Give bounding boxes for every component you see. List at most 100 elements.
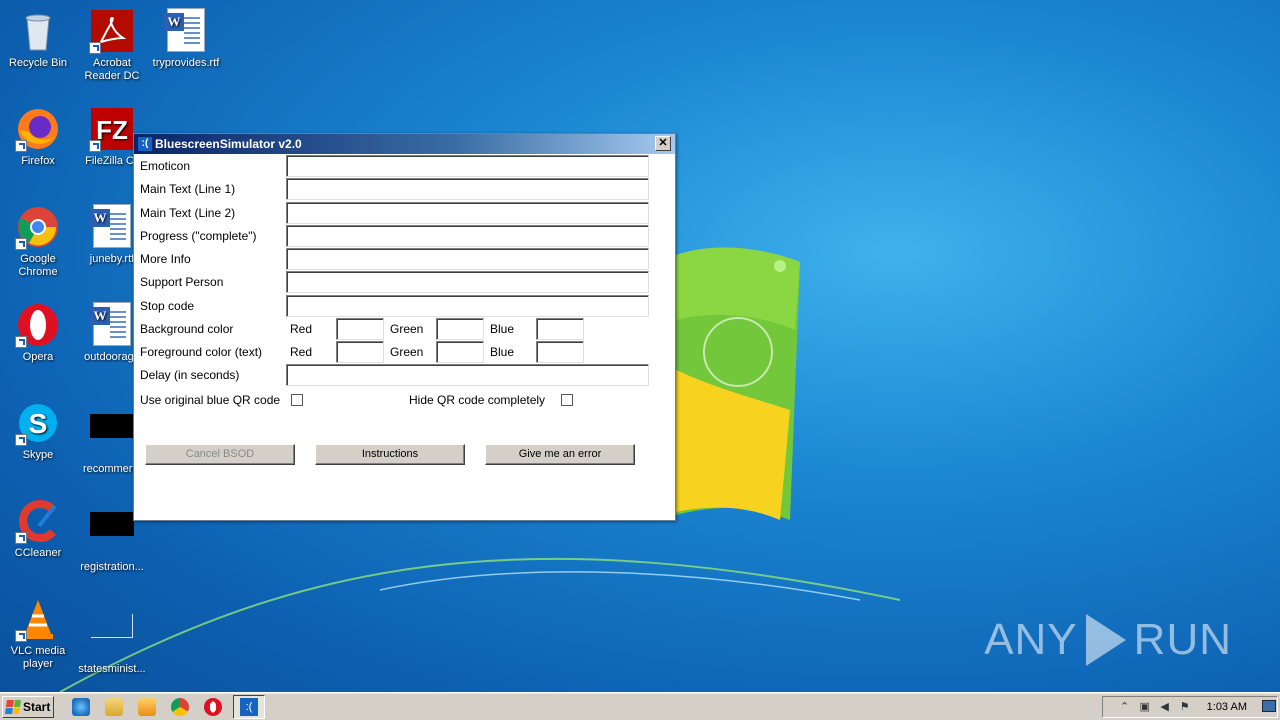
action-center-flag-icon[interactable]: ⚑ xyxy=(1179,701,1191,713)
start-label: Start xyxy=(23,700,51,714)
black-file-icon xyxy=(89,512,135,558)
stop-code-label: Stop code xyxy=(140,299,195,313)
network-icon[interactable]: ▣ xyxy=(1139,701,1151,713)
opera-icon xyxy=(15,302,61,348)
bg-blue-label: Blue xyxy=(490,322,515,336)
desktop-icon-recycle-bin[interactable]: Recycle Bin xyxy=(0,8,76,70)
desktop-icon-label: VLC media player xyxy=(10,645,66,670)
volume-icon[interactable]: ◀ xyxy=(1159,701,1171,713)
show-desktop-icon[interactable] xyxy=(1262,700,1276,712)
cancel-bsod-button[interactable]: Cancel BSOD xyxy=(145,444,295,465)
bg-green-label: Green xyxy=(390,322,424,336)
fg-green-label: Green xyxy=(390,345,424,359)
desktop-icon-label: Google Chrome xyxy=(18,253,58,278)
word-document-icon: W xyxy=(89,204,135,250)
fg-blue-input[interactable] xyxy=(536,341,584,363)
watermark-any-text: ANY xyxy=(984,615,1078,664)
bg-blue-input[interactable] xyxy=(536,318,584,340)
desktop-icon-label: CCleaner xyxy=(14,547,62,559)
desktop-icon-chrome[interactable]: Google Chrome xyxy=(0,204,76,279)
sad-face-app-icon: :( xyxy=(138,137,152,151)
hide-qr-checkbox[interactable] xyxy=(561,394,573,406)
stop-code-input[interactable] xyxy=(286,295,649,317)
more-info-row: More Info xyxy=(140,248,286,270)
bg-green-input[interactable] xyxy=(436,318,484,340)
start-button[interactable]: Start xyxy=(2,696,54,718)
use-original-qr-checkbox[interactable] xyxy=(291,394,303,406)
bg-red-input[interactable] xyxy=(336,318,384,340)
desktop-icon-label: Skype xyxy=(22,449,54,461)
desktop-icon-label: Acrobat Reader DC xyxy=(84,57,140,82)
desktop-icon-label: Firefox xyxy=(21,155,55,167)
progress-input[interactable] xyxy=(286,225,649,247)
black-file-icon xyxy=(89,414,135,460)
hide-qr-label: Hide QR code completely xyxy=(409,393,546,407)
chrome-taskbar-icon[interactable] xyxy=(171,698,189,716)
emoticon-label: Emoticon xyxy=(140,159,191,173)
play-icon xyxy=(1085,614,1126,666)
blank-file-icon xyxy=(89,614,135,660)
delay-label: Delay (in seconds) xyxy=(140,368,240,382)
svg-text:S: S xyxy=(29,408,48,439)
background-color-label: Background color xyxy=(140,322,234,336)
desktop-icon-ccleaner[interactable]: CCleaner xyxy=(0,498,76,560)
firefox-icon xyxy=(15,106,61,152)
desktop-icon-label: tryprovides.rtf xyxy=(152,57,220,69)
folder-icon[interactable] xyxy=(105,698,123,716)
system-tray: ⌃ ▣ ◀ ⚑ 1:03 AM xyxy=(1102,696,1278,718)
bluescreen-simulator-task[interactable]: :( xyxy=(233,695,265,719)
emoticon-input[interactable] xyxy=(286,155,649,177)
desktop-icon-label: registration... xyxy=(80,561,144,573)
main-text-line1-row: Main Text (Line 1) xyxy=(140,178,286,200)
progress-label: Progress ("complete") xyxy=(140,229,257,243)
acrobat-icon xyxy=(89,8,135,54)
background-color-row: Background color xyxy=(140,318,286,340)
main-text-line2-label: Main Text (Line 2) xyxy=(140,206,236,220)
show-hidden-icons-icon[interactable]: ⌃ xyxy=(1119,701,1131,713)
use-original-qr-label: Use original blue QR code xyxy=(140,393,281,407)
desktop-icon-acrobat[interactable]: Acrobat Reader DC xyxy=(74,8,150,83)
delay-row: Delay (in seconds) xyxy=(140,364,286,386)
clock[interactable]: 1:03 AM xyxy=(1207,701,1247,713)
foreground-color-label: Foreground color (text) xyxy=(140,345,263,359)
give-me-an-error-button[interactable]: Give me an error xyxy=(485,444,635,465)
desktop-icon-tryprovides[interactable]: W tryprovides.rtf xyxy=(148,8,224,70)
desktop-icon-label: Recycle Bin xyxy=(8,57,68,69)
bg-red-label: Red xyxy=(290,322,313,336)
fg-green-input[interactable] xyxy=(436,341,484,363)
support-person-row: Support Person xyxy=(140,271,286,293)
desktop-icon-firefox[interactable]: Firefox xyxy=(0,106,76,168)
close-button[interactable]: ✕ xyxy=(655,136,671,151)
desktop-icon-label: statesminist... xyxy=(78,663,146,675)
support-person-input[interactable] xyxy=(286,271,649,293)
fg-blue-label: Blue xyxy=(490,345,515,359)
filezilla-icon: FZ xyxy=(89,106,135,152)
skype-icon: S xyxy=(15,400,61,446)
vlc-icon xyxy=(15,596,61,642)
main-text-line1-input[interactable] xyxy=(286,178,649,200)
main-text-line2-input[interactable] xyxy=(286,202,649,224)
delay-input[interactable] xyxy=(286,364,649,386)
opera-taskbar-icon[interactable] xyxy=(204,698,222,716)
desktop-icon-opera[interactable]: Opera xyxy=(0,302,76,364)
fg-red-input[interactable] xyxy=(336,341,384,363)
window-title: BluescreenSimulator v2.0 xyxy=(155,137,302,151)
word-document-icon: W xyxy=(89,302,135,348)
windows-logo-icon xyxy=(5,700,21,714)
media-player-icon[interactable] xyxy=(138,698,156,716)
instructions-button[interactable]: Instructions xyxy=(315,444,465,465)
support-person-label: Support Person xyxy=(140,275,224,289)
anyrun-watermark: ANY RUN xyxy=(984,614,1232,666)
desktop-icon-skype[interactable]: S Skype xyxy=(0,400,76,462)
watermark-run-text: RUN xyxy=(1133,615,1232,664)
word-document-icon: W xyxy=(163,8,209,54)
desktop-icon-statesminist[interactable]: statesminist... xyxy=(74,596,150,676)
window-titlebar[interactable]: :( BluescreenSimulator v2.0 ✕ xyxy=(134,134,675,154)
internet-explorer-icon[interactable] xyxy=(72,698,90,716)
desktop-icon-vlc[interactable]: VLC media player xyxy=(0,596,76,671)
desktop-icon-label: Opera xyxy=(22,351,54,363)
more-info-input[interactable] xyxy=(286,248,649,270)
main-text-line1-label: Main Text (Line 1) xyxy=(140,182,236,196)
taskbar: Start :( ⌃ ▣ ◀ ⚑ 1:03 AM xyxy=(0,692,1280,720)
ccleaner-icon xyxy=(15,498,61,544)
